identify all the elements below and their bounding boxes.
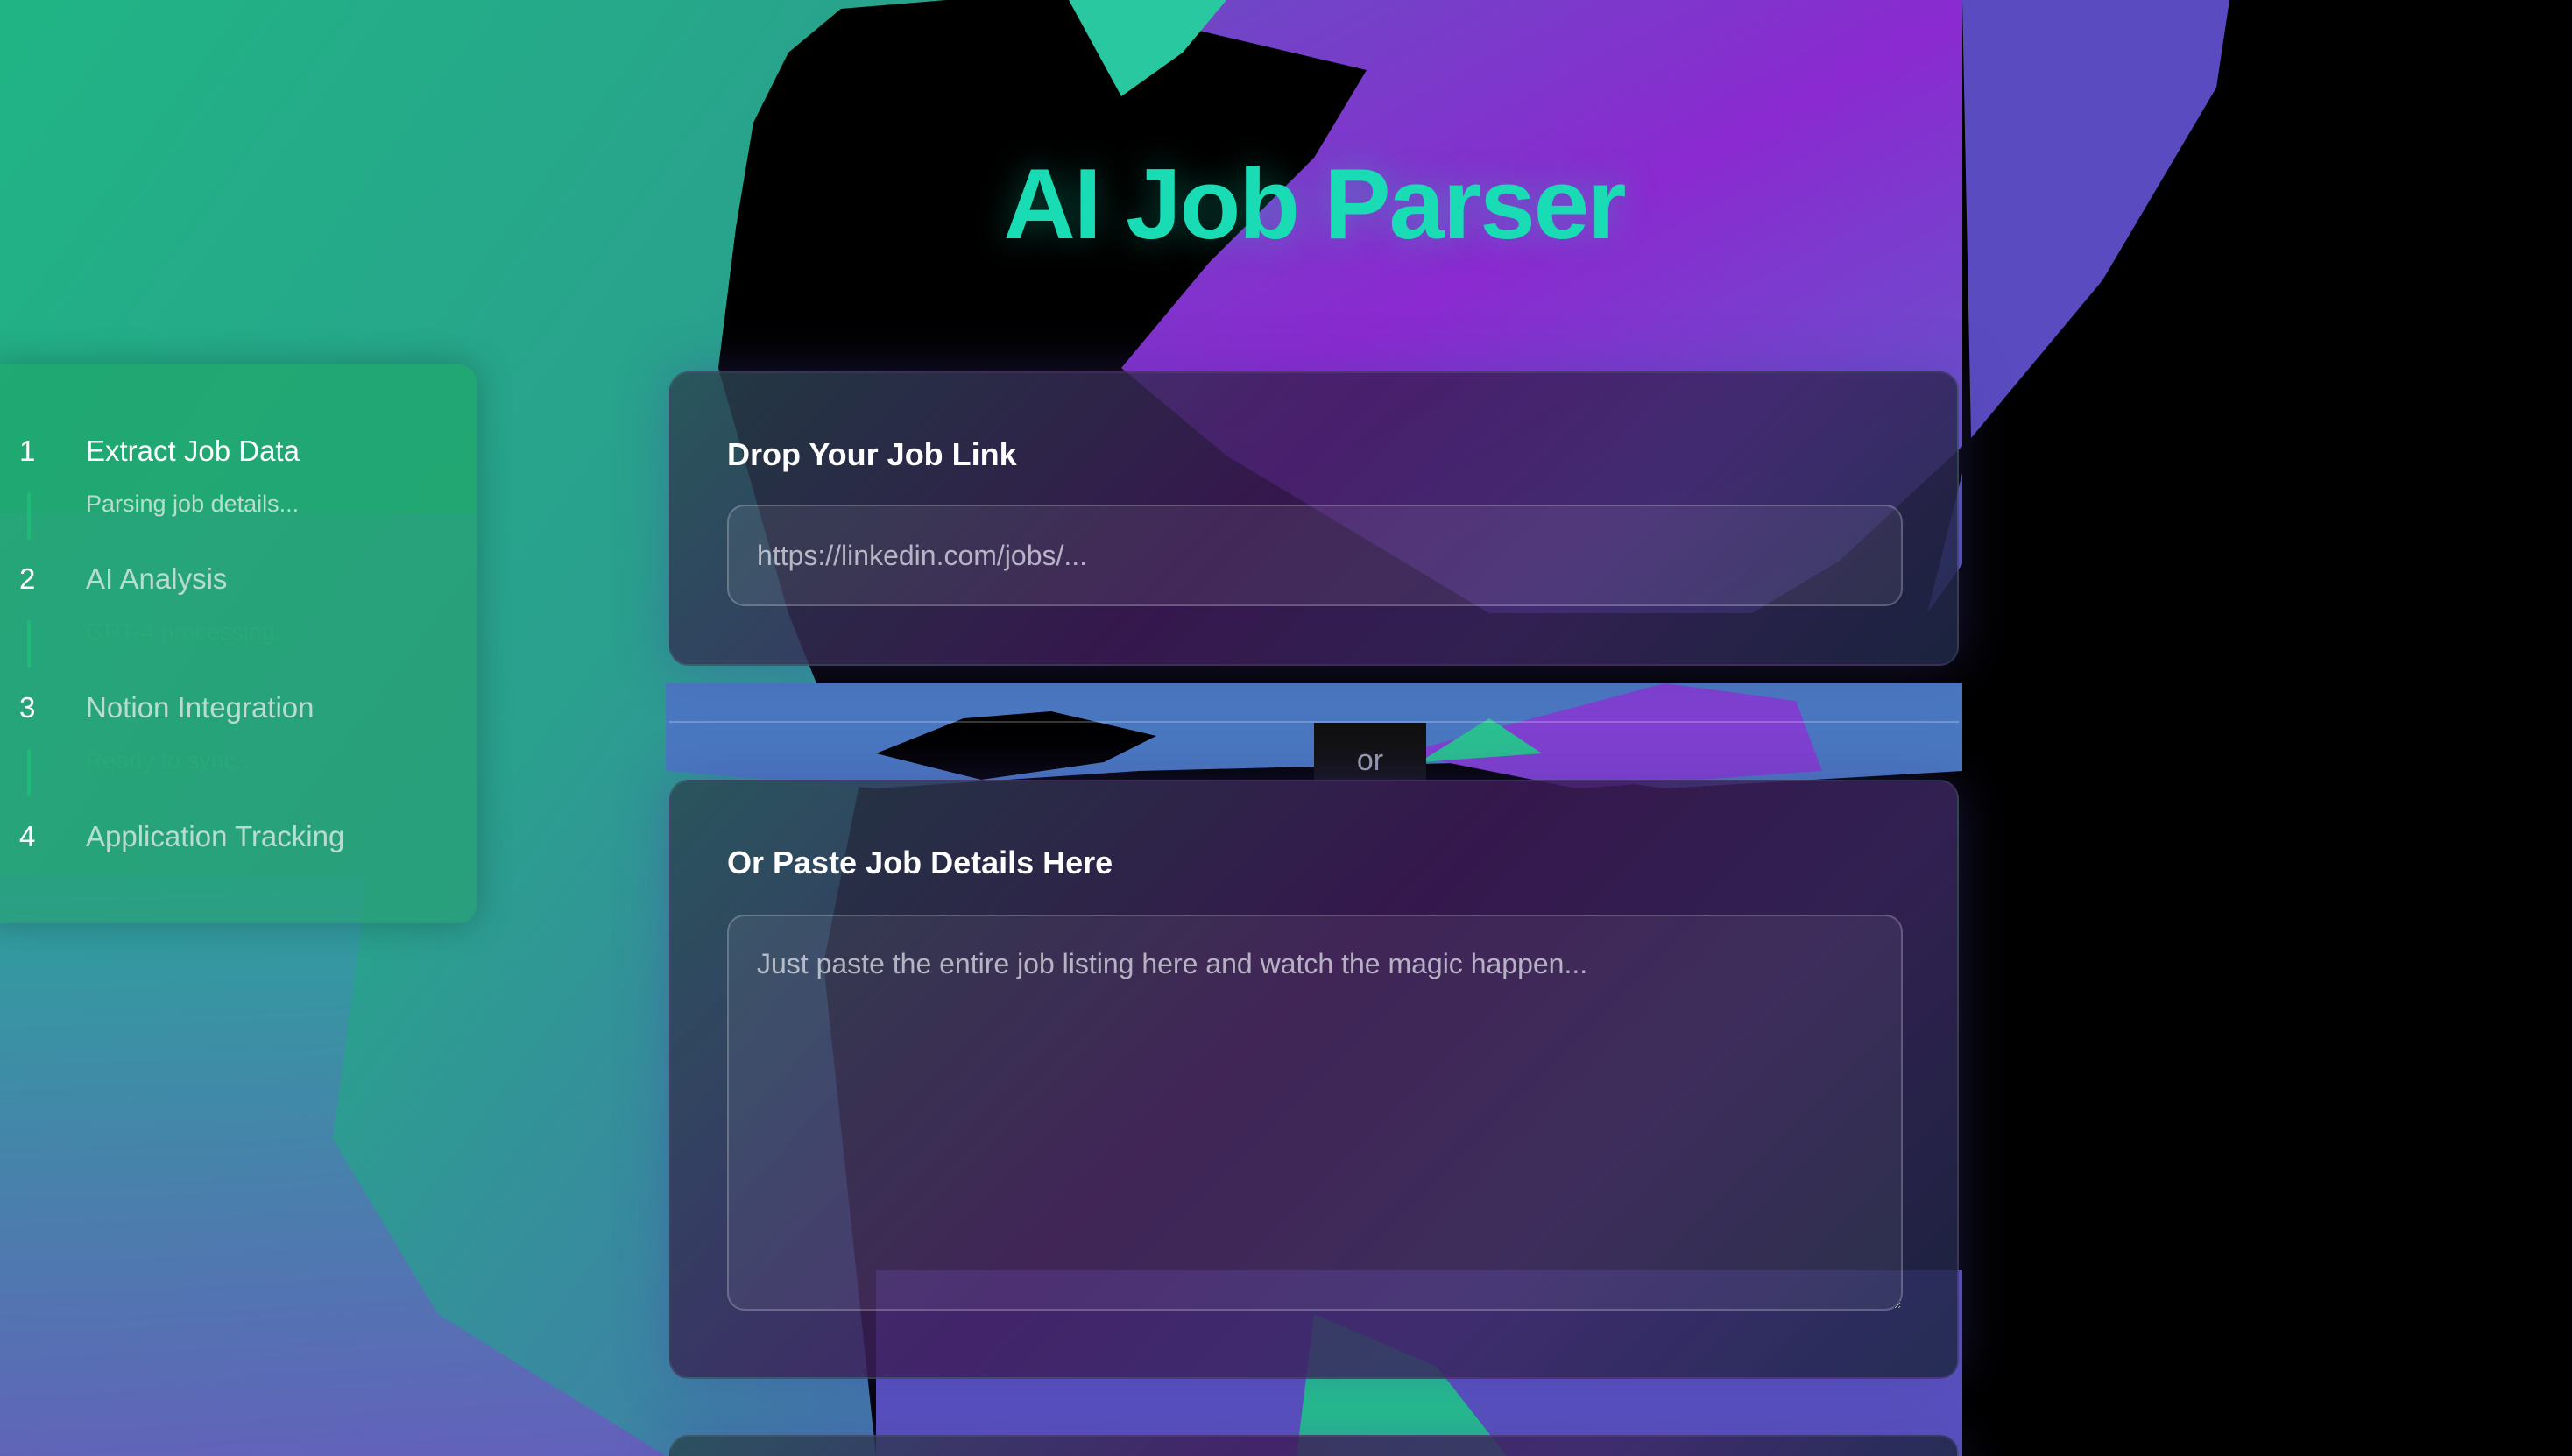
job-details-textarea[interactable]	[727, 915, 1903, 1311]
step-number: 2	[19, 562, 36, 595]
step-status: Ready to sync...	[86, 747, 256, 774]
step-status: GPT-4 processing...	[86, 618, 295, 645]
step-label: Application Tracking	[86, 820, 345, 852]
steps-panel: 1 Extract Job Data Parsing job details..…	[0, 364, 477, 923]
page-title: AI Job Parser	[1003, 149, 1627, 260]
step-label: Extract Job Data	[86, 435, 300, 467]
job-link-heading: Drop Your Job Link	[727, 436, 1017, 472]
step-number: 4	[19, 820, 36, 852]
step-connector	[27, 749, 31, 796]
step-number: 3	[19, 691, 36, 724]
job-link-card: Drop Your Job Link	[669, 371, 1959, 666]
step-connector	[27, 620, 31, 668]
divider-label: or	[1314, 723, 1426, 781]
step-label: AI Analysis	[86, 562, 228, 595]
next-card	[669, 1435, 1959, 1456]
step-number: 1	[19, 435, 36, 467]
app-window: AI Job Parser 1 Extract Job Data Parsing…	[0, 0, 2572, 1456]
step-label: Notion Integration	[86, 691, 314, 724]
job-details-card: Or Paste Job Details Here	[669, 780, 1959, 1379]
job-details-heading: Or Paste Job Details Here	[727, 845, 1113, 880]
step-connector	[27, 492, 31, 540]
job-link-input[interactable]	[727, 505, 1903, 606]
step-status: Parsing job details...	[86, 491, 300, 517]
